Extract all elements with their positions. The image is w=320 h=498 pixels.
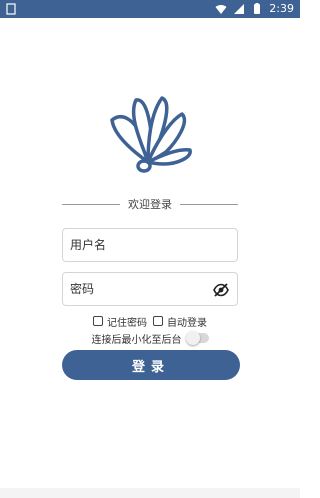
password-field[interactable]: [62, 272, 238, 306]
welcome-title: 欢迎登录: [128, 198, 172, 211]
login-options: 记住密码 自动登录: [62, 314, 238, 329]
divider-line-left: [62, 203, 120, 205]
status-bar: 2:39: [0, 0, 300, 18]
minimize-option: 连接后最小化至后台: [62, 331, 238, 346]
notification-icon: [6, 3, 16, 15]
username-field[interactable]: [62, 228, 238, 262]
welcome-divider: 欢迎登录: [62, 196, 238, 212]
remember-password-checkbox[interactable]: 记住密码: [93, 314, 147, 329]
auto-login-box[interactable]: [153, 316, 163, 326]
battery-icon: [254, 3, 261, 14]
wifi-icon: [215, 4, 227, 14]
navigation-bar: [0, 488, 300, 498]
remember-password-label: 记住密码: [107, 317, 147, 329]
signal-icon: [234, 4, 245, 14]
minimize-toggle[interactable]: [185, 331, 209, 345]
remember-password-box[interactable]: [93, 316, 103, 326]
divider-line-right: [180, 203, 238, 205]
visibility-off-icon[interactable]: [213, 282, 229, 298]
auto-login-label: 自动登录: [167, 317, 207, 329]
minimize-label: 连接后最小化至后台: [91, 334, 182, 346]
toggle-knob[interactable]: [185, 331, 200, 345]
login-button[interactable]: 登录: [62, 350, 240, 380]
username-input[interactable]: [63, 229, 210, 261]
status-icons: 2:39: [215, 2, 294, 16]
shell-logo-icon: [110, 96, 192, 173]
status-time: 2:39: [269, 2, 294, 15]
password-input[interactable]: [63, 273, 210, 305]
auto-login-checkbox[interactable]: 自动登录: [153, 314, 207, 329]
